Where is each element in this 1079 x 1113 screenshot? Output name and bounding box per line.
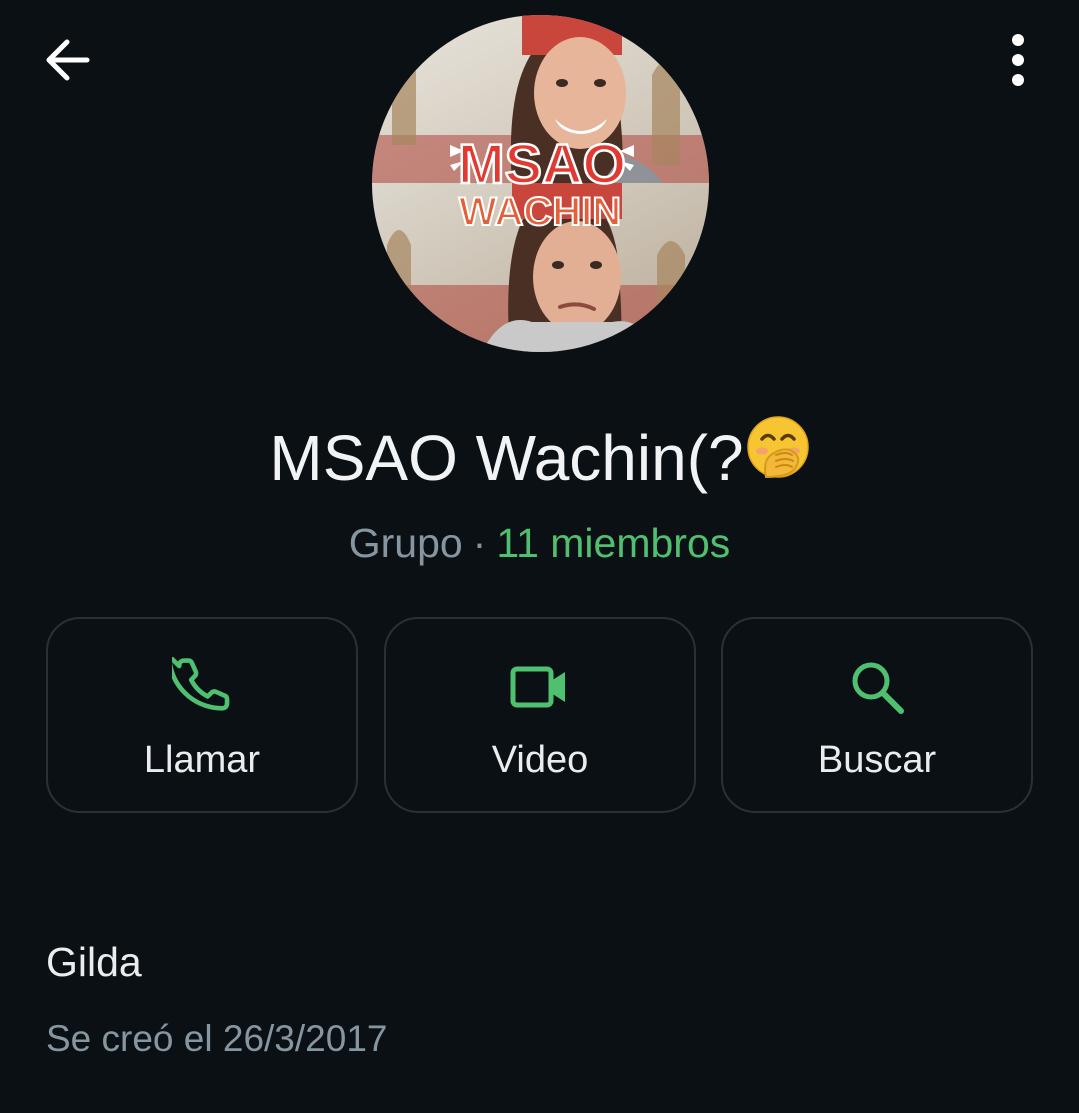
call-button-label: Llamar xyxy=(143,739,261,781)
phone-icon xyxy=(172,657,230,711)
arrow-left-icon xyxy=(46,39,90,81)
group-photo: MSAO WACHIN xyxy=(372,15,709,352)
call-button[interactable]: Llamar xyxy=(46,617,358,813)
more-options-button[interactable] xyxy=(978,22,1058,98)
video-camera-icon xyxy=(510,666,565,708)
face-with-hand-over-mouth-icon xyxy=(746,415,810,499)
search-icon xyxy=(852,662,904,714)
created-date: Se creó el 26/3/2017 xyxy=(46,1018,388,1059)
group-logo: MSAO WACHIN xyxy=(450,131,634,235)
group-name-text: MSAO Wachin(? xyxy=(269,422,744,494)
group-avatar[interactable]: MSAO WACHIN xyxy=(372,15,709,352)
back-button[interactable] xyxy=(28,22,108,98)
video-button-label: Video xyxy=(491,739,589,781)
search-button[interactable]: Buscar xyxy=(721,617,1033,813)
separator-dot: · xyxy=(472,520,487,566)
group-description[interactable]: Gilda xyxy=(46,934,142,990)
group-subtitle: Grupo · 11 miembros xyxy=(0,515,1079,571)
svg-text:MSAO: MSAO xyxy=(458,132,626,195)
members-link[interactable]: 11 miembros xyxy=(496,520,730,566)
video-button[interactable]: Video xyxy=(384,617,696,813)
group-name: MSAO Wachin(? xyxy=(0,416,1079,505)
more-vertical-icon xyxy=(1012,34,1024,86)
group-kind: Grupo xyxy=(348,520,463,566)
svg-text:WACHIN: WACHIN xyxy=(459,190,621,234)
search-button-label: Buscar xyxy=(817,739,937,781)
